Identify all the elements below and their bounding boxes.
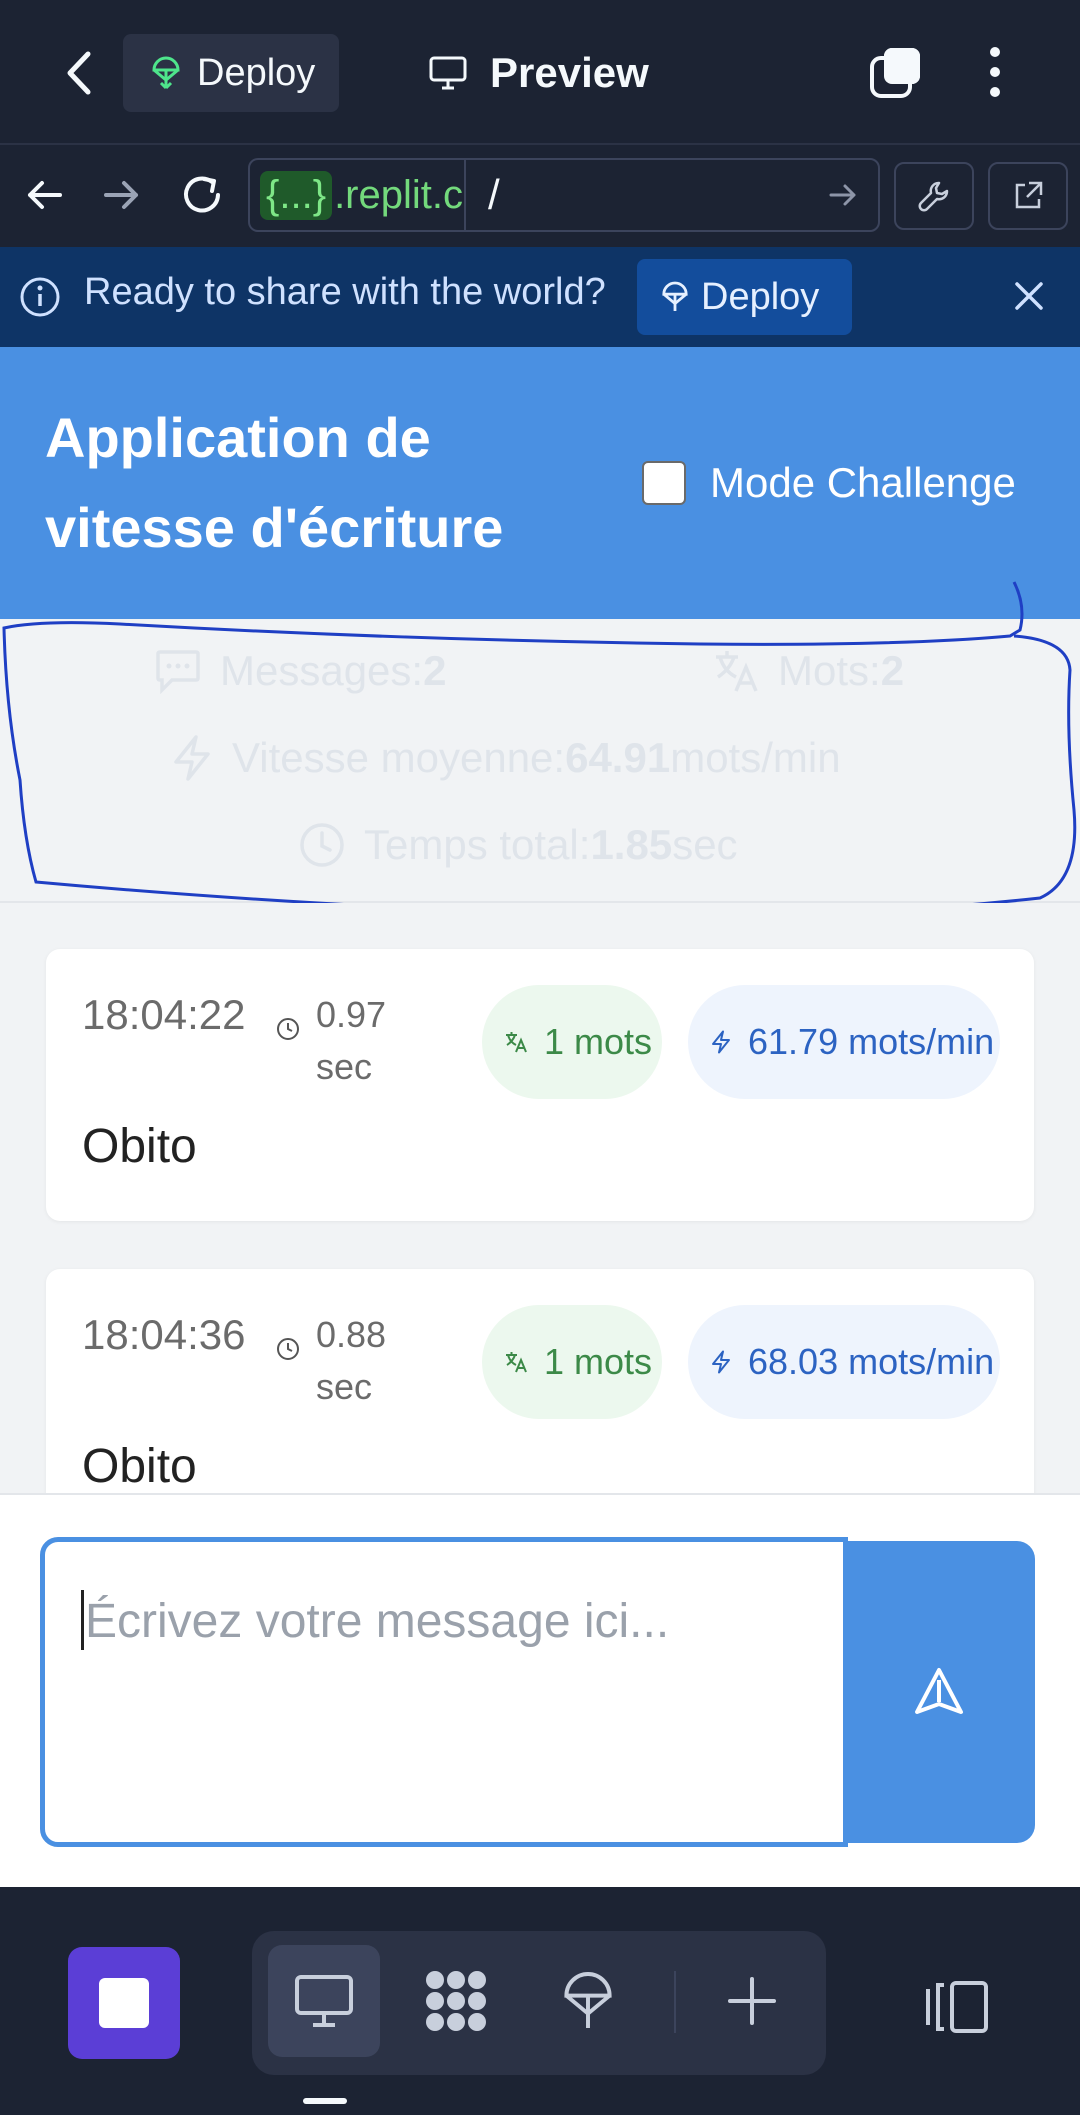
message-duration: 0.97 sec [316,994,387,1087]
speed-text: 61.79 mots/min [748,1021,995,1062]
message-time: 18:04:22 [82,991,246,1038]
message-duration: 0.88 sec [316,1314,387,1407]
word-count-text: 1 mots [544,1021,653,1062]
text-caret [81,1590,84,1650]
hand-drawn-annotation [2,581,1077,919]
monitor-icon [429,56,467,90]
message-card: 18:04:36 0.88 sec 1 mots 68.03 mots/min … [46,1269,1034,1493]
url-host-badge: {...} [260,170,333,220]
deploy-icon [662,281,688,311]
banner-deploy-button[interactable]: Deploy [637,259,852,335]
clock-icon [277,1018,299,1040]
tabs-icon[interactable] [868,44,924,100]
message-text: Obito [82,1120,197,1173]
translate-icon [506,1032,527,1053]
info-icon [20,277,60,317]
speed-badge: 61.79 mots/min [688,985,1000,1099]
lightning-icon [712,1030,730,1054]
add-tool-button[interactable] [696,1945,808,2057]
banner-text: Ready to share with the world? [84,271,606,313]
panel-toggle-icon[interactable] [922,1979,990,2035]
deploy-icon [152,56,180,90]
word-count-text: 1 mots [544,1341,653,1382]
replit-bottom-bar [0,1887,1080,2115]
preview-tab[interactable]: Preview [428,40,649,106]
deploy-tab-button[interactable]: Deploy [123,34,339,112]
tool-dock [252,1931,826,2075]
wrench-icon [918,181,949,212]
home-indicator [303,2098,347,2104]
lightning-icon [712,1350,730,1374]
url-host-suffix: .replit.c [334,172,463,217]
dock-divider [674,1971,676,2033]
deploy-tab-label: Deploy [197,51,316,94]
chevron-left-icon[interactable] [60,48,100,98]
translate-icon [506,1352,527,1373]
apps-grid-icon [426,1971,486,2031]
devtools-button[interactable] [894,162,974,230]
replit-top-bar: Deploy Preview [0,0,1080,145]
deploy-banner: Ready to share with the world? Deploy [0,247,1080,347]
url-field[interactable]: {...} .replit.c / [248,158,880,232]
message-list: 18:04:22 0.97 sec 1 mots 61.79 mots/min … [0,903,1080,1493]
deploy-icon [564,1972,612,2028]
clock-icon [277,1338,299,1360]
deploy-dock-button[interactable] [532,1945,644,2057]
go-arrow-icon[interactable] [828,180,858,210]
banner-deploy-label: Deploy [701,275,820,318]
stop-icon [99,1978,149,2028]
speed-badge: 68.03 mots/min [688,1305,1000,1419]
monitor-icon [295,1975,353,2027]
composer: Écrivez votre message ici... [0,1493,1080,1887]
message-text: Obito [82,1440,197,1493]
arrow-right-icon[interactable] [102,175,142,215]
close-icon[interactable] [1012,279,1046,313]
more-options-icon[interactable] [980,44,1010,100]
send-icon [915,1668,963,1714]
message-input-placeholder: Écrivez votre message ici... [85,1595,670,1648]
word-count-badge: 1 mots [482,1305,662,1419]
send-button[interactable] [843,1541,1035,1843]
app-title: Application de vitesse d'écriture [45,406,504,559]
url-bar: {...} .replit.c / [0,145,1080,247]
message-time: 18:04:36 [82,1311,246,1358]
open-new-tab-button[interactable] [988,162,1068,230]
challenge-label: Mode Challenge [710,459,1016,506]
url-host: {...} .replit.c [250,160,466,230]
preview-tab-label: Preview [490,49,649,96]
preview-dock-button[interactable] [268,1945,380,2057]
challenge-checkbox[interactable] [642,461,686,505]
message-card: 18:04:22 0.97 sec 1 mots 61.79 mots/min … [46,949,1034,1221]
url-path[interactable]: / [466,171,828,219]
external-link-icon [1015,181,1043,209]
apps-dock-button[interactable] [400,1945,512,2057]
stop-button[interactable] [68,1947,180,2059]
speed-text: 68.03 mots/min [748,1341,995,1382]
plus-icon [728,1977,776,2025]
word-count-badge: 1 mots [482,985,662,1099]
reload-icon[interactable] [180,173,224,217]
challenge-mode-toggle[interactable]: Mode Challenge [642,459,1016,507]
message-input[interactable]: Écrivez votre message ici... [40,1537,848,1847]
arrow-left-icon[interactable] [24,175,64,215]
